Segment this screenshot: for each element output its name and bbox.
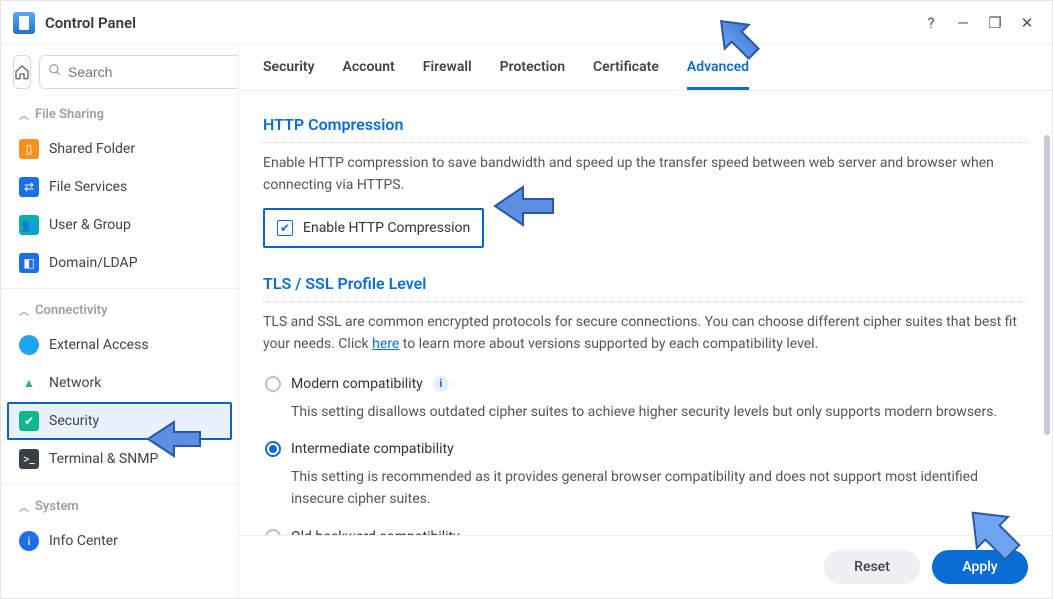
chevron-up-icon: ︿ [19, 499, 29, 514]
sidebar-item-label: Shared Folder [49, 141, 135, 157]
group-label: File Sharing [35, 107, 104, 122]
sidebar-item-label: Domain/LDAP [49, 255, 138, 271]
http-compression-desc: Enable HTTP compression to save bandwidt… [263, 153, 1028, 196]
search-icon [48, 63, 62, 81]
file-services-icon: ⇄ [19, 177, 39, 197]
enable-http-compression-row[interactable]: ✔ Enable HTTP Compression [263, 208, 484, 248]
apply-button[interactable]: Apply [932, 550, 1028, 584]
folder-icon: ▯ [19, 139, 39, 159]
option-modern-desc: This setting disallows outdated cipher s… [263, 400, 1028, 434]
content-scroll[interactable]: HTTP Compression Enable HTTP compression… [239, 91, 1052, 535]
sidebar-item-shared-folder[interactable]: ▯ Shared Folder [1, 130, 238, 168]
close-button[interactable]: ✕ [1014, 10, 1040, 36]
option-intermediate[interactable]: Intermediate compatibility [263, 433, 1028, 465]
checkbox-checked-icon[interactable]: ✔ [277, 220, 293, 236]
group-system[interactable]: ︿ System [1, 491, 238, 522]
sidebar-item-user-group[interactable]: 👥 User & Group [1, 206, 238, 244]
window-title: Control Panel [45, 14, 136, 32]
sidebar-item-label: User & Group [49, 217, 131, 233]
info-icon: i [19, 531, 39, 551]
maximize-button[interactable]: ❐ [982, 10, 1008, 36]
chevron-up-icon: ︿ [19, 303, 29, 318]
divider [1, 484, 238, 485]
user-group-icon: 👥 [19, 215, 39, 235]
group-connectivity[interactable]: ︿ Connectivity [1, 295, 238, 326]
globe-icon: 🌐 [19, 335, 39, 355]
sidebar-item-info-center[interactable]: i Info Center [1, 522, 238, 560]
group-label: System [35, 499, 79, 514]
minimize-button[interactable]: — [950, 10, 976, 36]
search-input[interactable] [68, 64, 239, 80]
tls-desc: TLS and SSL are common encrypted protoco… [263, 312, 1028, 355]
scrollbar-thumb[interactable] [1044, 135, 1050, 435]
home-icon [14, 64, 30, 80]
reset-button[interactable]: Reset [824, 550, 920, 584]
tab-bar: Security Account Firewall Protection Cer… [239, 45, 1052, 91]
home-button[interactable] [13, 55, 31, 89]
sidebar-item-label: External Access [49, 337, 149, 353]
sidebar-item-label: Info Center [49, 533, 118, 549]
sidebar-item-file-services[interactable]: ⇄ File Services [1, 168, 238, 206]
chevron-up-icon: ︿ [19, 107, 29, 122]
sidebar-item-label: File Services [49, 179, 127, 195]
info-icon[interactable]: i [433, 376, 449, 392]
option-old[interactable]: Old backward compatibility [263, 521, 1028, 535]
titlebar: Control Panel ? — ❐ ✕ [1, 1, 1052, 45]
checkbox-label: Enable HTTP Compression [303, 220, 470, 236]
sidebar-item-terminal-snmp[interactable]: >_ Terminal & SNMP [1, 440, 238, 478]
domain-ldap-icon: ◧ [19, 253, 39, 273]
sidebar-item-domain-ldap[interactable]: ◧ Domain/LDAP [1, 244, 238, 282]
main-panel: Security Account Firewall Protection Cer… [239, 45, 1052, 598]
option-intermediate-desc: This setting is recommended as it provid… [263, 465, 1028, 520]
sidebar-item-security[interactable]: ✔ Security [7, 402, 232, 440]
tab-security[interactable]: Security [263, 59, 315, 90]
sidebar-item-label: Terminal & SNMP [49, 451, 158, 467]
network-icon: ▲ [19, 373, 39, 393]
group-file-sharing[interactable]: ︿ File Sharing [1, 99, 238, 130]
group-label: Connectivity [35, 303, 108, 318]
help-button[interactable]: ? [918, 10, 944, 36]
radio-unchecked-icon[interactable] [265, 376, 281, 392]
tab-protection[interactable]: Protection [500, 59, 565, 90]
radio-checked-icon[interactable] [265, 441, 281, 457]
footer-buttons: Reset Apply [239, 535, 1052, 598]
sidebar-item-network[interactable]: ▲ Network [1, 364, 238, 402]
section-title-http-compression: HTTP Compression [263, 107, 1028, 143]
radio-label: Intermediate compatibility [291, 441, 454, 457]
shield-icon: ✔ [19, 411, 39, 431]
radio-label: Modern compatibility [291, 376, 423, 392]
terminal-icon: >_ [19, 449, 39, 469]
tab-firewall[interactable]: Firewall [423, 59, 472, 90]
control-panel-window: Control Panel ? — ❐ ✕ ︿ File Sh [0, 0, 1053, 599]
tls-desc-post: to learn more about versions supported b… [399, 336, 818, 352]
search-field[interactable] [39, 55, 239, 89]
tab-account[interactable]: Account [343, 59, 395, 90]
option-modern[interactable]: Modern compatibility i [263, 368, 1028, 400]
tab-certificate[interactable]: Certificate [593, 59, 659, 90]
tls-here-link[interactable]: here [372, 336, 399, 352]
sidebar-item-external-access[interactable]: 🌐 External Access [1, 326, 238, 364]
section-title-tls: TLS / SSL Profile Level [263, 266, 1028, 302]
tab-advanced[interactable]: Advanced [687, 59, 749, 90]
sidebar-item-label: Network [49, 375, 101, 391]
sidebar-item-label: Security [49, 413, 99, 429]
sidebar: ︿ File Sharing ▯ Shared Folder ⇄ File Se… [1, 45, 239, 598]
app-icon [13, 12, 35, 34]
divider [1, 288, 238, 289]
